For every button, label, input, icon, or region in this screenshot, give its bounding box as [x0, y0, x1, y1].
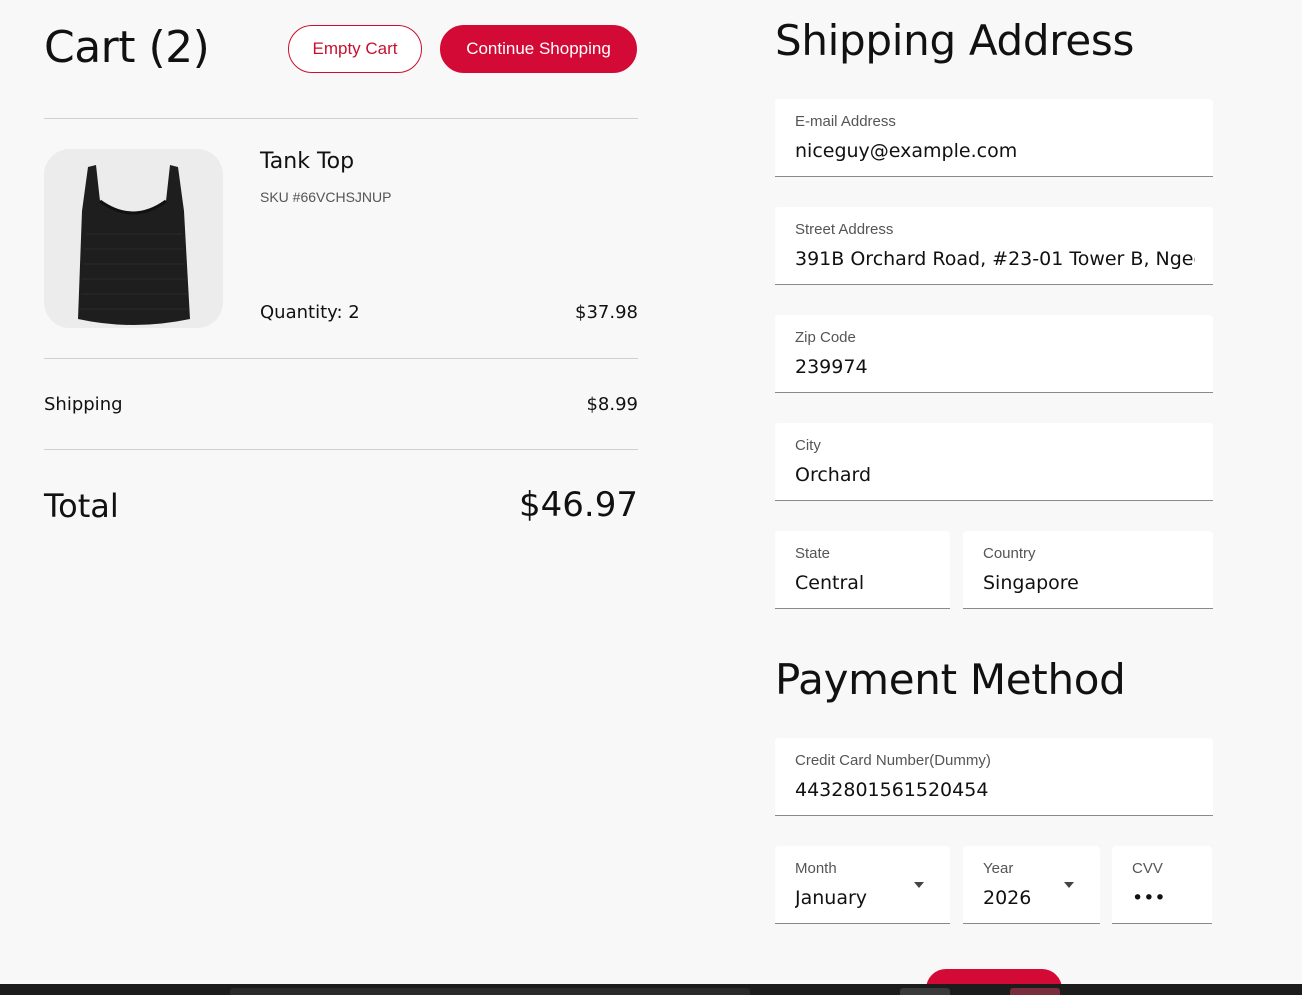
zip-code-field[interactable]: Zip Code 239974 — [775, 315, 1213, 393]
month-label: Month — [795, 860, 837, 877]
chevron-down-icon[interactable] — [914, 882, 924, 888]
shipping-label: Shipping — [44, 394, 123, 415]
payment-method-title: Payment Method — [775, 655, 1126, 704]
city-label: City — [795, 437, 821, 454]
cvv-input[interactable]: ••• — [1132, 887, 1194, 909]
credit-card-field[interactable]: Credit Card Number(Dummy) 44328015615204… — [775, 738, 1213, 816]
cart-header: Cart (2) Empty Cart Continue Shopping — [44, 0, 638, 119]
item-quantity: Quantity: 2 — [260, 302, 360, 323]
empty-cart-button[interactable]: Empty Cart — [288, 25, 422, 73]
street-address-field[interactable]: Street Address 391B Orchard Road, #23-01… — [775, 207, 1213, 285]
country-input[interactable]: Singapore — [983, 572, 1195, 594]
state-input[interactable]: Central — [795, 572, 932, 594]
street-address-input[interactable]: 391B Orchard Road, #23-01 Tower B, Ngee … — [795, 248, 1195, 270]
state-field[interactable]: State Central — [775, 531, 950, 609]
total-label: Total — [44, 487, 119, 525]
cvv-label: CVV — [1132, 860, 1163, 877]
state-label: State — [795, 545, 831, 562]
chevron-down-icon[interactable] — [1064, 882, 1074, 888]
city-input[interactable]: Orchard — [795, 464, 1195, 486]
bottom-bar-segment — [900, 988, 950, 995]
email-field[interactable]: E-mail Address niceguy@example.com — [775, 99, 1213, 177]
credit-card-input[interactable]: 4432801561520454 — [795, 779, 1195, 801]
total-row: Total $46.97 — [44, 450, 638, 560]
item-price: $37.98 — [575, 302, 638, 323]
shipping-address-title: Shipping Address — [775, 16, 1135, 65]
email-label: E-mail Address — [795, 113, 896, 130]
cvv-field[interactable]: CVV ••• — [1112, 846, 1212, 924]
year-label: Year — [983, 860, 1014, 877]
country-label: Country — [983, 545, 1036, 562]
bottom-bar-segment — [1010, 988, 1060, 995]
item-name[interactable]: Tank Top — [260, 149, 354, 174]
cart-item: Tank Top SKU #66VCHSJNUP Quantity: 2 $37… — [44, 119, 638, 359]
city-field[interactable]: City Orchard — [775, 423, 1213, 501]
bottom-bar-segment — [230, 988, 750, 995]
continue-shopping-button[interactable]: Continue Shopping — [440, 25, 637, 73]
month-value: January — [795, 887, 868, 909]
email-input[interactable]: niceguy@example.com — [795, 140, 1195, 162]
zip-code-input[interactable]: 239974 — [795, 356, 1195, 378]
total-amount: $46.97 — [519, 485, 638, 525]
cart-panel: Cart (2) Empty Cart Continue Shopping Ta… — [44, 0, 638, 560]
street-address-label: Street Address — [795, 221, 894, 238]
product-image-tank-top[interactable] — [44, 149, 223, 328]
year-value: 2026 — [983, 887, 1032, 909]
year-select[interactable]: Year 2026 — [963, 846, 1100, 924]
item-sku: SKU #66VCHSJNUP — [260, 189, 392, 205]
country-field[interactable]: Country Singapore — [963, 531, 1213, 609]
shipping-row: Shipping $8.99 — [44, 359, 638, 450]
month-select[interactable]: Month January — [775, 846, 950, 924]
shipping-cost: $8.99 — [586, 394, 638, 415]
cart-title: Cart (2) — [44, 22, 210, 73]
zip-code-label: Zip Code — [795, 329, 856, 346]
credit-card-label: Credit Card Number(Dummy) — [795, 752, 991, 769]
